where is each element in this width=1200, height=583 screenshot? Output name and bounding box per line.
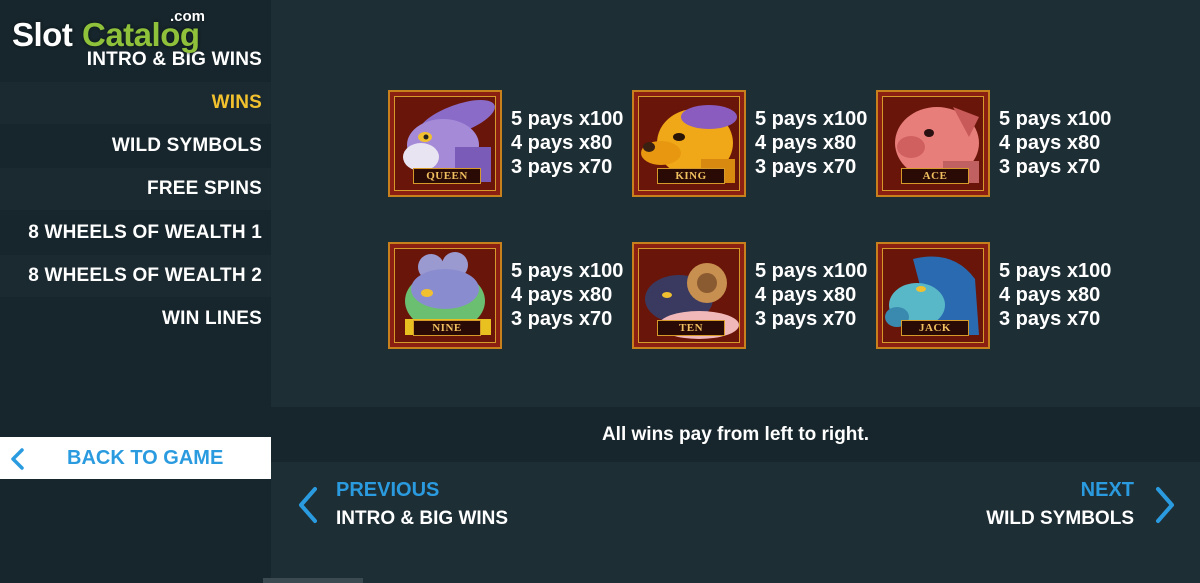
- chevron-left-icon: [11, 448, 24, 470]
- pay-line: 4 pays x80: [755, 284, 857, 306]
- previous-page-button[interactable]: PREVIOUS INTRO & BIG WINS: [297, 476, 537, 536]
- slotcatalog-logo: Slot Catalog .com: [12, 8, 212, 56]
- chevron-left-icon: [299, 487, 317, 523]
- next-title: NEXT: [1080, 479, 1134, 501]
- symbol-ten: TEN: [632, 242, 746, 349]
- symbol-label: NINE: [413, 320, 481, 336]
- wins-note-text: All wins pay from left to right.: [601, 423, 870, 445]
- paytable-nine: 5 pays x100 4 pays x80 3 pays x70: [511, 259, 631, 331]
- symbol-nine: NINE: [388, 242, 502, 349]
- pay-line: 3 pays x70: [999, 156, 1101, 178]
- back-to-game-label: BACK TO GAME: [67, 447, 224, 469]
- logo-slot-text: Slot: [12, 16, 73, 53]
- pay-line: 5 pays x100: [999, 260, 1112, 282]
- symbol-label: ACE: [901, 168, 969, 184]
- previous-subtitle: INTRO & BIG WINS: [336, 508, 509, 529]
- pay-line: 4 pays x80: [511, 284, 613, 306]
- sidebar-item-wheels-1[interactable]: 8 WHEELS OF WEALTH 1: [0, 212, 271, 254]
- symbol-label: QUEEN: [413, 168, 481, 184]
- pay-line: 3 pays x70: [755, 308, 857, 330]
- symbol-label: KING: [657, 168, 725, 184]
- symbol-ace: ACE: [876, 90, 990, 197]
- pay-line: 5 pays x100: [511, 108, 624, 130]
- pay-line: 5 pays x100: [755, 260, 868, 282]
- logo-com-text: .com: [170, 8, 206, 25]
- sidebar-item-wild-symbols[interactable]: WILD SYMBOLS: [0, 125, 271, 167]
- previous-title: PREVIOUS: [336, 479, 440, 501]
- symbol-jack: JACK: [876, 242, 990, 349]
- paytable-ten: 5 pays x100 4 pays x80 3 pays x70: [755, 259, 875, 331]
- symbol-label: JACK: [901, 320, 969, 336]
- sidebar-item-wheels-2[interactable]: 8 WHEELS OF WEALTH 2: [0, 255, 271, 297]
- pay-line: 5 pays x100: [999, 108, 1112, 130]
- sidebar-item-win-lines[interactable]: WIN LINES: [0, 298, 271, 340]
- symbol-king: KING: [632, 90, 746, 197]
- paytable-jack: 5 pays x100 4 pays x80 3 pays x70: [999, 259, 1119, 331]
- pay-line: 3 pays x70: [755, 156, 857, 178]
- symbol-label: TEN: [657, 320, 725, 336]
- pay-line: 3 pays x70: [999, 308, 1101, 330]
- pay-line: 4 pays x80: [755, 132, 857, 154]
- paytable-king: 5 pays x100 4 pays x80 3 pays x70: [755, 107, 875, 179]
- paytable-queen: 5 pays x100 4 pays x80 3 pays x70: [511, 107, 631, 179]
- pay-line: 5 pays x100: [755, 108, 868, 130]
- next-subtitle: WILD SYMBOLS: [986, 508, 1134, 529]
- sidebar-item-wins[interactable]: WINS: [0, 82, 271, 124]
- paytable-main: QUEEN 5 pays x100 4 pays x80 3 pays x70 …: [271, 0, 1200, 583]
- pay-line: 3 pays x70: [511, 156, 613, 178]
- pay-line: 4 pays x80: [511, 132, 613, 154]
- pay-line: 4 pays x80: [999, 132, 1101, 154]
- pay-line: 4 pays x80: [999, 284, 1101, 306]
- next-page-button[interactable]: NEXT WILD SYMBOLS: [971, 476, 1176, 536]
- sidebar-item-free-spins[interactable]: FREE SPINS: [0, 168, 271, 210]
- symbol-queen: QUEEN: [388, 90, 502, 197]
- chevron-right-icon: [1156, 487, 1174, 523]
- pay-line: 3 pays x70: [511, 308, 613, 330]
- pay-line: 5 pays x100: [511, 260, 624, 282]
- sidebar: INTRO & BIG WINS WINS WILD SYMBOLS FREE …: [0, 0, 363, 583]
- paytable-ace: 5 pays x100 4 pays x80 3 pays x70: [999, 107, 1119, 179]
- back-to-game-button[interactable]: BACK TO GAME: [0, 437, 271, 479]
- wins-note: All wins pay from left to right.: [271, 407, 1200, 462]
